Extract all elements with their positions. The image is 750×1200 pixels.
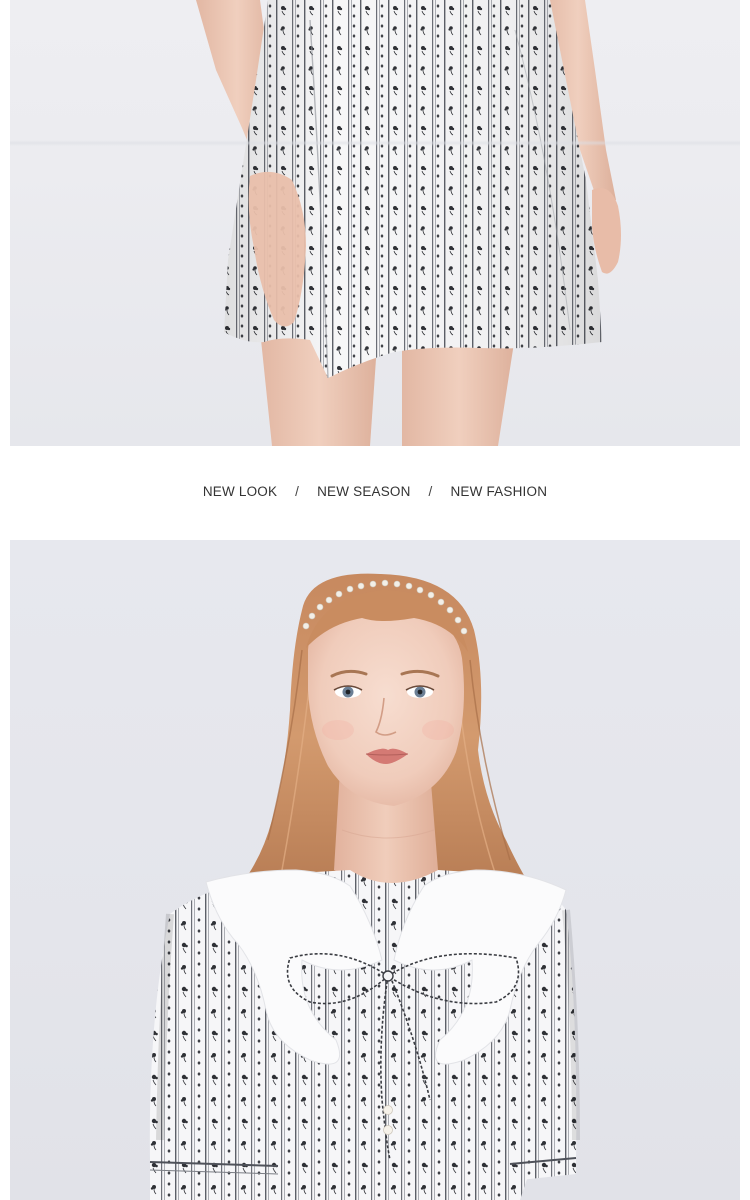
- slogan-bar: NEW LOOK / NEW SEASON / NEW FASHION: [0, 484, 750, 499]
- dress-lower-illustration: [196, 0, 621, 446]
- slogan-item-new-look: NEW LOOK: [202, 484, 278, 499]
- model-portrait-illustration: [149, 573, 580, 1200]
- floor-line: [10, 140, 740, 146]
- slogan-item-new-fashion: NEW FASHION: [450, 484, 548, 499]
- slogan-separator: /: [295, 484, 300, 499]
- slogan-separator: /: [428, 484, 433, 499]
- slogan-item-new-season: NEW SEASON: [317, 484, 411, 499]
- bottom-product-photo: [10, 540, 740, 1200]
- top-product-photo: [10, 0, 740, 446]
